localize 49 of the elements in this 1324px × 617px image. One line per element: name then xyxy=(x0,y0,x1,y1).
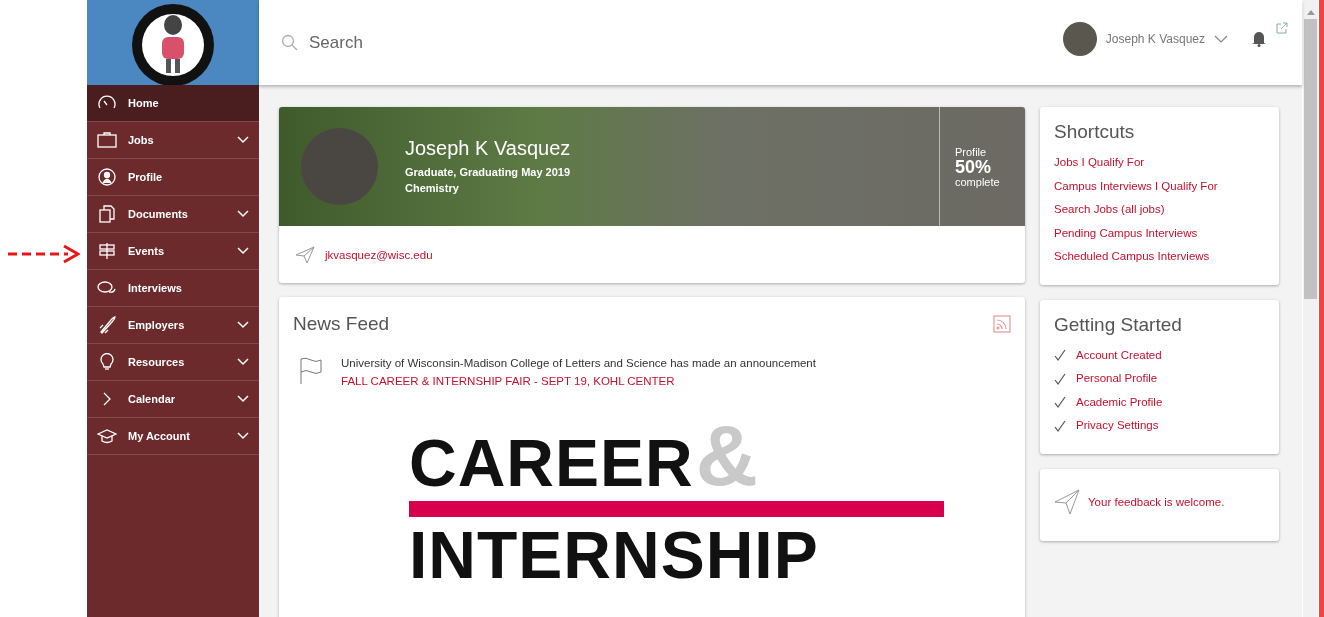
shortcut-link[interactable]: Scheduled Campus Interviews xyxy=(1054,245,1265,269)
shortcut-link[interactable]: Pending Campus Interviews xyxy=(1054,221,1265,245)
shortcut-link[interactable]: Search Jobs (all jobs) xyxy=(1054,198,1265,222)
card-title: News Feed xyxy=(293,313,390,335)
profile-name: Joseph K Vasquez xyxy=(405,137,572,160)
flag-icon xyxy=(299,357,323,385)
completion-label: Profile xyxy=(955,145,988,158)
nav-item[interactable]: Home xyxy=(87,85,259,122)
briefcase-icon xyxy=(97,131,117,149)
step-link[interactable]: Academic Profile xyxy=(1076,390,1163,414)
annotation-arrow xyxy=(8,244,80,264)
step-link[interactable]: Personal Profile xyxy=(1076,367,1158,391)
email-link[interactable]: jkvasquez@wisc.edu xyxy=(325,248,433,261)
user-name[interactable]: Joseph K Vasquez xyxy=(1105,31,1205,46)
completion-value: 50% xyxy=(955,157,993,176)
profile-major: Chemistry xyxy=(405,181,460,196)
paper-plane-icon xyxy=(1054,488,1080,515)
paper-plane-icon xyxy=(295,245,315,264)
nav-item[interactable]: Events xyxy=(87,233,259,270)
person-icon xyxy=(97,168,117,186)
nav-item[interactable]: Jobs xyxy=(87,122,259,159)
card-title: Getting Started xyxy=(1054,313,1183,336)
completion-suffix: complete xyxy=(955,175,1001,188)
signpost-icon xyxy=(97,242,117,260)
feedback-link[interactable]: Your feedback is welcome. xyxy=(1088,495,1225,508)
card-title: Shortcuts xyxy=(1054,121,1136,143)
user-avatar[interactable] xyxy=(1062,21,1097,56)
poster-title: CAREER xyxy=(409,431,694,495)
scroll-thumb[interactable] xyxy=(1304,19,1318,299)
scrollbar[interactable] xyxy=(1303,0,1319,617)
search-icon xyxy=(281,33,299,52)
shortcut-link[interactable]: Jobs I Qualify For xyxy=(1054,151,1265,175)
step-link[interactable]: Privacy Settings xyxy=(1076,414,1159,438)
bell-icon[interactable] xyxy=(1251,30,1267,47)
poster-title: INTERNSHIP xyxy=(409,523,819,587)
bulb-icon xyxy=(97,353,117,371)
nav-item[interactable]: Documents xyxy=(87,196,259,233)
rss-icon[interactable] xyxy=(993,315,1011,333)
step-link[interactable]: Account Created xyxy=(1076,343,1162,367)
profile-status: Graduate, Graduating May 2019 xyxy=(405,165,572,180)
chevron-down-icon[interactable] xyxy=(1214,34,1228,43)
poster-ampersand: & xyxy=(695,415,758,495)
documents-icon xyxy=(97,205,117,223)
announcement-link[interactable]: FALL CAREER & INTERNSHIP FAIR - SEPT 19, KOHL CENTER xyxy=(341,375,675,387)
scroll-up-icon[interactable] xyxy=(1306,10,1315,15)
shortcut-link[interactable]: Campus Interviews I Qualify For xyxy=(1054,174,1265,198)
announcement-text: University of Wisconsin-Madison College of Letters and Science has made an announcement xyxy=(341,357,816,369)
cap-icon xyxy=(97,427,117,445)
external-link-icon[interactable] xyxy=(1276,21,1288,34)
